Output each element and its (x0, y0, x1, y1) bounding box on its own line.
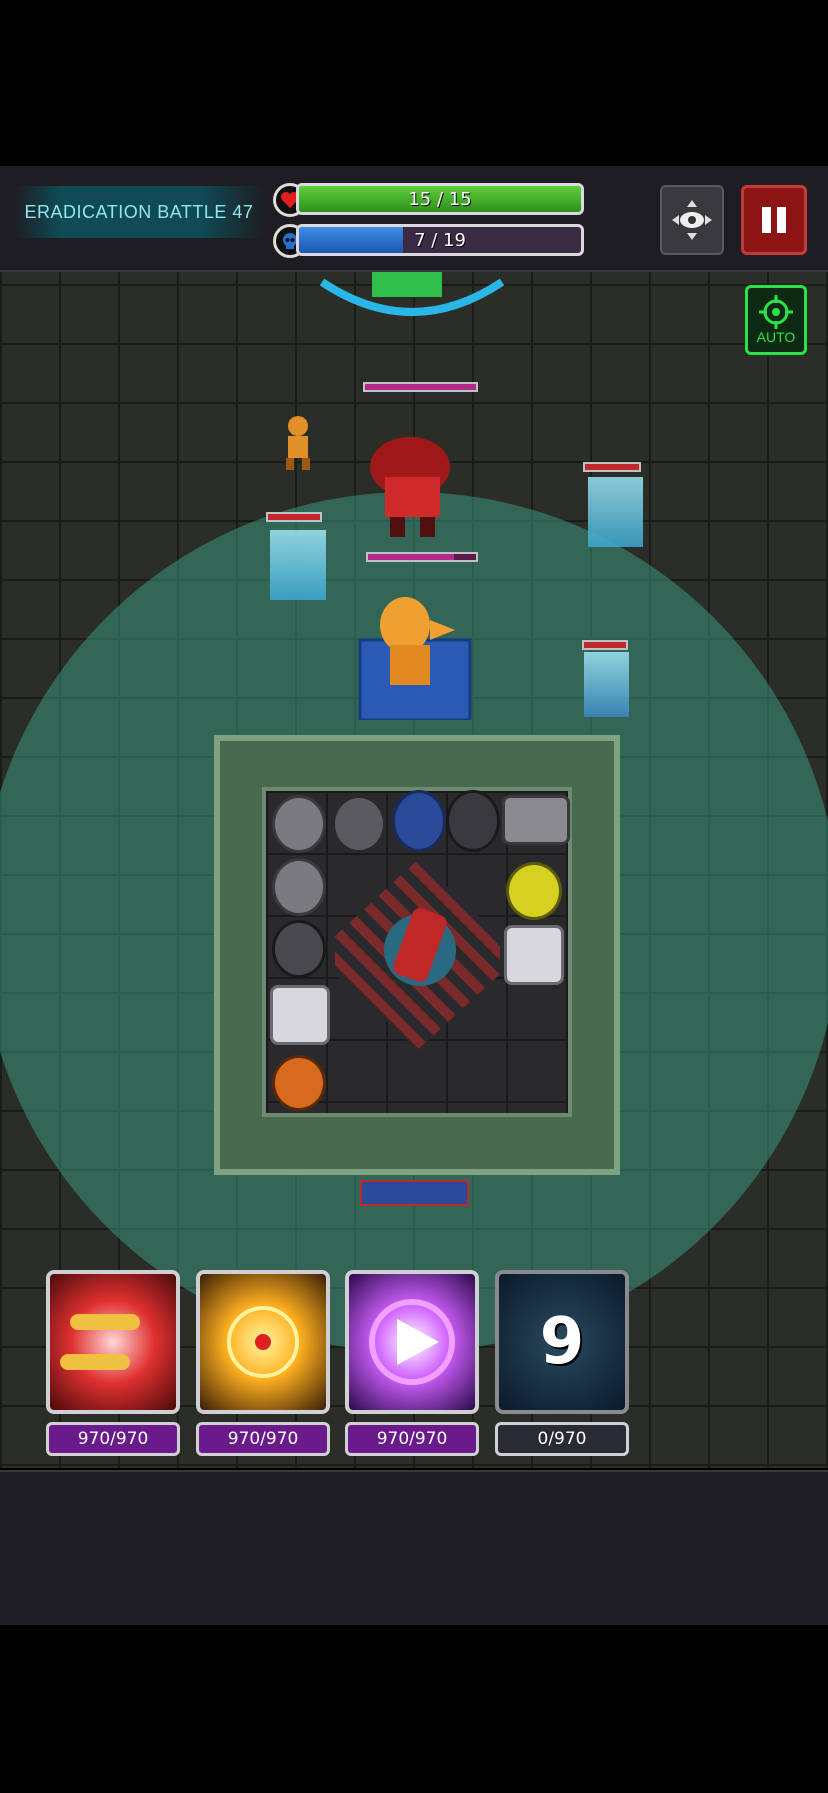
skill-slot-target-strike[interactable]: 970/970 (196, 1270, 330, 1456)
enemy-spawn-portal (319, 272, 505, 316)
skill-slot-bullet-barrage[interactable]: 970/970 (46, 1270, 180, 1456)
skill-count: 970/970 (196, 1422, 330, 1456)
boss-health-bar (363, 382, 478, 392)
skill-slot-speed-boost[interactable]: 970/970 (345, 1270, 479, 1456)
turret-orange[interactable] (272, 1055, 326, 1111)
enemy-small-orange (286, 416, 310, 470)
turret-cannon[interactable] (272, 858, 326, 916)
turret-white-mech[interactable] (504, 925, 564, 985)
enemy-frozen (584, 652, 629, 717)
turret-spike[interactable] (446, 790, 500, 852)
camera-view-button[interactable] (660, 185, 724, 255)
eye-move-icon (672, 200, 712, 240)
turret-frost[interactable] (392, 790, 446, 852)
speed-boost-icon (345, 1270, 479, 1414)
enemy-health-bar (583, 462, 641, 472)
vortex-icon: 9 (495, 1270, 629, 1414)
enemy-count-text: 7 / 19 (414, 229, 466, 251)
skill-count: 0/970 (495, 1422, 629, 1456)
enemy-red-brute (370, 437, 450, 537)
health-text: 15 / 15 (408, 188, 472, 210)
turret-cannon[interactable] (272, 795, 326, 853)
status-bar-area (0, 0, 828, 166)
fortress-gate (360, 1180, 469, 1206)
turret-white-mech[interactable] (270, 985, 330, 1045)
turret-spider[interactable] (272, 920, 326, 978)
skill-cooldown-number: 9 (539, 1305, 585, 1379)
auto-label: AUTO (756, 329, 796, 345)
target-strike-icon (196, 1270, 330, 1414)
navigation-bar-area (0, 1625, 828, 1793)
crosshair-icon (759, 295, 793, 329)
enemy-frozen (270, 530, 326, 600)
turret-yellow[interactable] (506, 862, 562, 920)
auto-button[interactable]: AUTO (745, 285, 807, 355)
health-bar: 15 / 15 (296, 183, 584, 215)
enemy-health-bar (266, 512, 322, 522)
bottom-panel (0, 1470, 828, 1627)
enemy-health-bar (582, 640, 628, 650)
pause-button[interactable] (741, 185, 807, 255)
skill-count: 970/970 (46, 1422, 180, 1456)
bullet-barrage-icon (46, 1270, 180, 1414)
turret-heavy-cannon[interactable] (502, 795, 570, 845)
enemy-count-bar: 7 / 19 (296, 224, 584, 256)
pause-icon-bar (777, 207, 786, 233)
enemy-orange-dragon (358, 597, 472, 720)
enemy-frozen (588, 477, 643, 547)
stage-title: ERADICATION BATTLE 47 (14, 186, 264, 238)
turret-gatling[interactable] (332, 795, 386, 853)
skill-slot-vortex[interactable]: 9 0/970 (495, 1270, 629, 1456)
skill-bar: 970/970 970/970 970/970 9 0/970 (0, 1270, 828, 1460)
core-tank (384, 908, 456, 986)
enemy-health-bar (366, 552, 478, 562)
skill-count: 970/970 (345, 1422, 479, 1456)
pause-icon (762, 207, 771, 233)
